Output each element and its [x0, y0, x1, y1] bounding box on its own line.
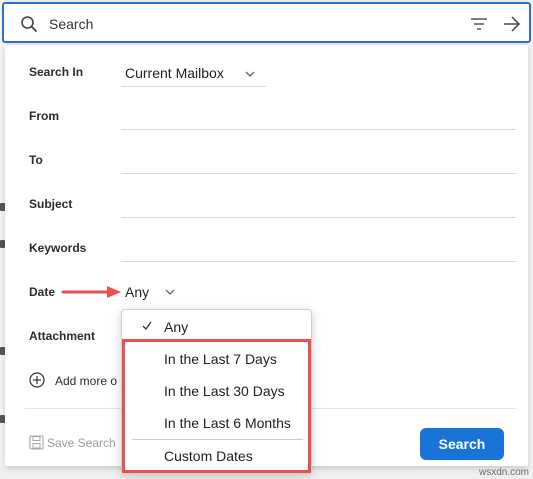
date-select[interactable]: Any — [121, 281, 189, 305]
from-field[interactable] — [121, 129, 516, 130]
subject-label: Subject — [29, 197, 73, 211]
chevron-down-icon — [245, 71, 255, 77]
date-value: Any — [125, 284, 150, 300]
filter-icon[interactable] — [470, 16, 488, 32]
annotation-highlight-box — [122, 339, 311, 473]
save-search-label: Save Search — [47, 436, 116, 450]
arrow-right-icon[interactable] — [502, 15, 522, 33]
search-in-value: Current Mailbox — [125, 65, 224, 81]
to-field[interactable] — [121, 173, 516, 174]
subject-field[interactable] — [121, 217, 516, 218]
attachment-label: Attachment — [29, 329, 96, 343]
checkmark-icon — [142, 321, 152, 331]
date-label: Date — [29, 285, 56, 299]
keywords-label: Keywords — [29, 241, 87, 255]
search-button[interactable]: Search — [420, 428, 504, 460]
keywords-field[interactable] — [121, 261, 516, 262]
annotation-arrow — [61, 286, 121, 298]
add-more-label: Add more o — [55, 374, 118, 388]
plus-circle-icon — [29, 372, 45, 388]
background-app-right — [528, 0, 533, 479]
watermark: wsxdn.com — [478, 467, 529, 478]
search-icon — [21, 16, 37, 32]
save-icon — [29, 435, 44, 450]
to-label: To — [29, 153, 43, 167]
date-option-label: Any — [164, 319, 189, 335]
search-input[interactable]: Search — [49, 16, 93, 32]
search-bar[interactable]: Search — [2, 2, 531, 43]
chevron-down-icon — [165, 289, 175, 295]
from-label: From — [29, 109, 59, 123]
search-in-label: Search In — [29, 65, 84, 79]
search-in-select[interactable]: Current Mailbox — [121, 61, 266, 87]
